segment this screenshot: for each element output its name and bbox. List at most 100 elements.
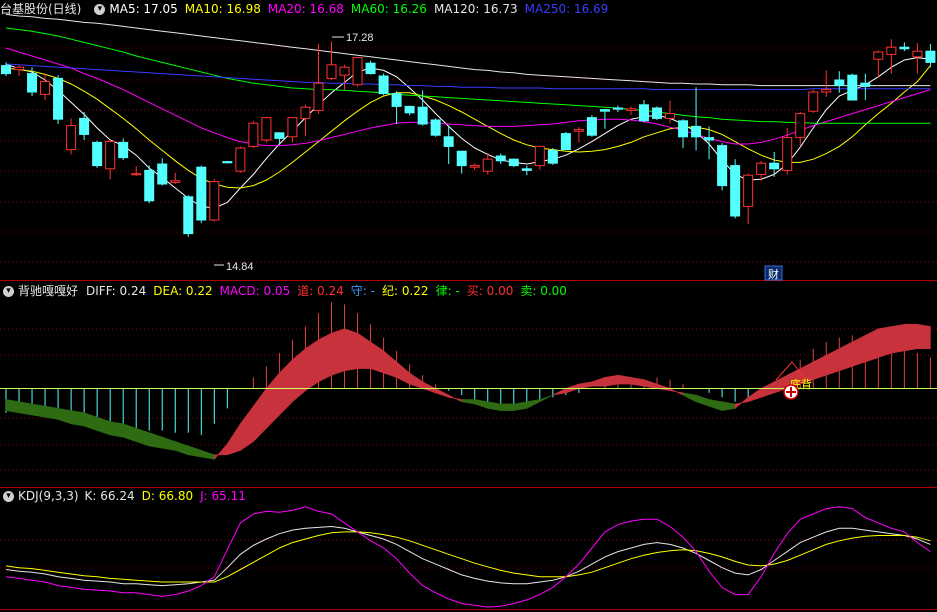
candle [209,179,220,222]
chart-canvas: 17.28 14.84 财 底背 [0,13,937,610]
candle [860,73,871,100]
finance-marker[interactable]: 财 [764,265,783,281]
macd-legend-items: DIFF: 0.24 DEA: 0.22 MACD: 0.05 道: 0.24 守: -… [86,282,574,300]
macd-legend-item: 道: 0.24 [297,284,344,298]
macd-band-segment [83,412,98,431]
dropdown-icon[interactable] [3,490,14,502]
macd-legend: 背驰嘎嘎好 DIFF: 0.24 DEA: 0.22 MACD: 0.05 道: 0.… [0,282,574,300]
ma-legend-item: MA10: 16.98 [184,2,261,16]
candle [495,153,506,164]
candle [170,172,181,184]
candle [795,112,806,146]
macd-band-segment [227,422,241,456]
macd-band-segment [292,348,306,403]
kdj-d-line [5,531,931,583]
dropdown-icon[interactable] [3,285,14,297]
macd-band-segment [852,334,866,367]
macd-band-segment [122,423,137,442]
candle [704,126,715,160]
macd-band-segment [357,332,371,369]
kdj-k-line [5,525,931,587]
ma120-line [5,13,931,87]
candle [183,195,194,237]
stock-chart-window: 17.28 14.84 财 底背 台基股份(日线) MA5: 17.05 MA10: … [0,0,937,612]
candle [352,57,363,87]
macd-band-segment [305,339,319,392]
candle [508,158,519,168]
macd-band-segment [891,323,905,354]
high-label: 17.28 [346,32,374,44]
macd-band-segment [266,372,280,430]
ma-legend-item: MA120: 16.73 [433,2,518,16]
macd-band-segment [643,379,658,389]
macd-band-segment [474,399,489,409]
candle [157,158,168,186]
candle [105,140,116,180]
macd-band-segment [500,403,515,411]
macd-legend-item: 律: - [435,284,460,298]
macd-band-segment [161,436,176,451]
macd-band-segment [669,387,684,396]
macd-band-segment [630,377,645,387]
macd-legend-item: 卖: 0.00 [520,284,567,298]
candle [92,140,103,168]
macd-band-segment [682,392,697,403]
macd-band-segment [760,381,775,398]
macd-band-segment [539,394,553,403]
kdj-j-line [5,506,931,608]
candle [430,118,441,137]
macd-band-segment [604,374,619,387]
macd-band-segment [461,399,476,405]
candle [66,118,77,155]
macd-band-segment [487,401,502,411]
candle [821,70,832,97]
candle [469,163,480,171]
macd-band-segment [838,341,853,372]
macd-band-segment [591,376,606,387]
main-legend: 台基股份(日线) MA5: 17.05 MA10: 16.98 MA20: 16.6… [0,0,615,18]
macd-band-segment [552,387,567,396]
candle [365,60,376,75]
candle [560,132,571,151]
candle [717,143,728,191]
indicator-title: 背驰嘎嘎好 [18,284,79,298]
candle [625,106,636,116]
macd-legend-item: 纪: 0.22 [381,284,429,298]
kdj-legend-item: J: 65.11 [200,489,246,503]
ma20-line [5,47,931,147]
candle [79,112,90,140]
macd-band-segment [344,328,358,372]
ma-legend-item: MA60: 16.26 [350,2,427,16]
candle [612,105,623,112]
macd-band-segment [57,408,72,425]
candle [274,132,285,144]
candle [521,165,532,176]
kdj-title: KDJ(9,3,3) [18,489,79,503]
ma-legend-items: MA5: 17.05 MA10: 16.98 MA20: 16.68 MA60: 16… [109,0,615,18]
candle [678,119,689,148]
candle [53,75,64,124]
macd-band-segment [396,361,410,385]
macd-band-segment [747,387,762,403]
macd-legend-item: DIFF: 0.24 [86,284,147,298]
macd-band-segment [318,332,332,383]
macd-band-segment [214,442,228,461]
dropdown-icon[interactable] [94,3,106,15]
candle [443,125,454,164]
macd-band-segment [109,421,124,438]
candle [573,127,584,143]
macd-band-segment [617,374,632,385]
candle [339,64,350,90]
low-annotation: 14.84 [214,261,254,273]
candle [769,152,780,177]
macd-band-segment [578,381,593,389]
candle [638,100,649,123]
low-label: 14.84 [226,261,254,273]
candle [14,65,25,76]
macd-legend-item: 买: 0.00 [466,284,514,298]
candle [834,71,845,93]
macd-band-segment [526,399,541,409]
macd-band-segment [422,381,436,394]
ma-legend-item: MA20: 16.68 [267,2,344,16]
macd-band-segment [917,323,931,349]
